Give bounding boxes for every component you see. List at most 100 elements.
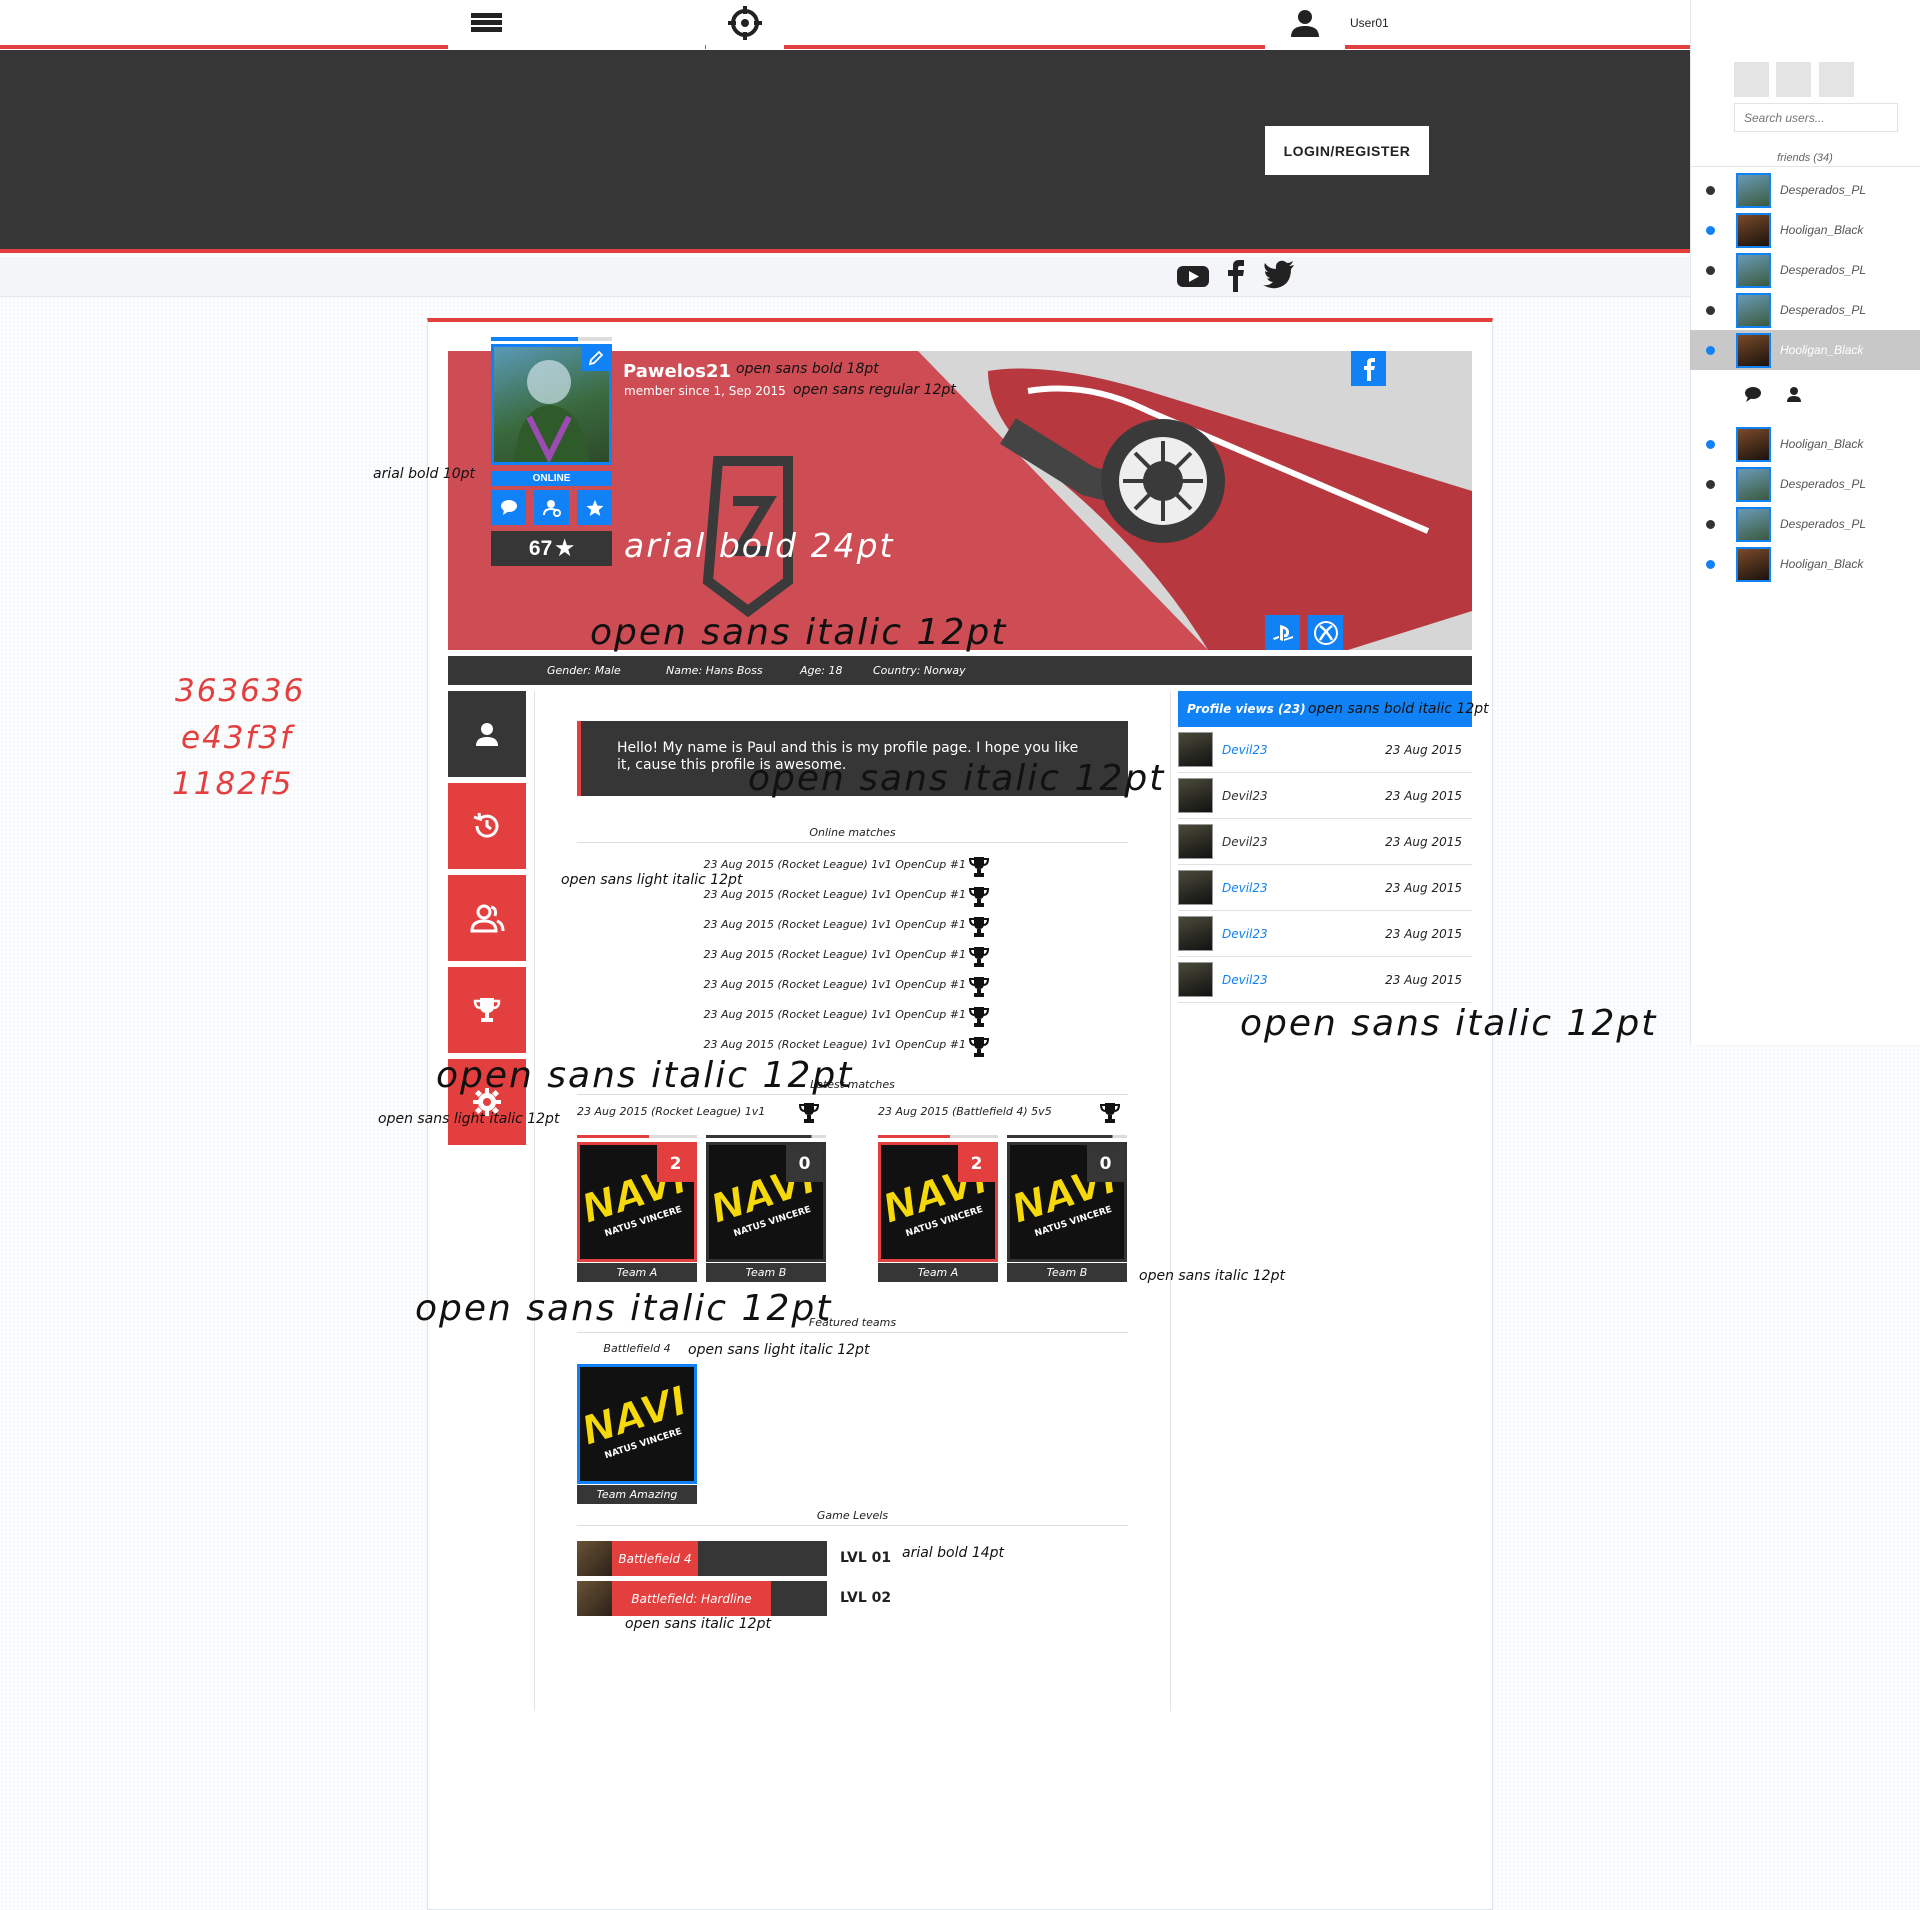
nav-profile-button[interactable] [448, 691, 526, 777]
user-icon [1291, 10, 1319, 37]
friend-row[interactable]: Desperados_PL [1690, 250, 1920, 290]
twitter-icon[interactable] [1262, 259, 1296, 291]
speech-bubble-icon [500, 500, 517, 515]
viewer-avatar [1178, 732, 1213, 767]
viewer-avatar [1178, 916, 1213, 951]
filter-tab[interactable] [1734, 62, 1769, 97]
viewer-name[interactable]: Devil23 [1222, 881, 1268, 895]
online-match-row[interactable]: 23 Aug 2015 (Rocket League) 1v1 OpenCup … [700, 885, 990, 909]
filter-tab[interactable] [1819, 62, 1854, 97]
team-score: 2 [958, 1145, 995, 1182]
trophy-icon [968, 945, 990, 976]
friend-name: Desperados_PL [1780, 303, 1867, 317]
facebook-icon[interactable] [1224, 258, 1248, 292]
add-friend-button[interactable] [534, 490, 569, 525]
viewer-name[interactable]: Devil23 [1222, 973, 1268, 987]
online-match-row[interactable]: 23 Aug 2015 (Rocket League) 1v1 OpenCup … [700, 855, 990, 879]
name-field: Name: Hans Boss [666, 664, 763, 677]
friend-row[interactable]: Hooligan_Black [1690, 210, 1920, 250]
user-button[interactable] [1265, 0, 1345, 50]
friend-row[interactable]: Desperados_PL [1690, 464, 1920, 504]
xbox-icon [1313, 620, 1338, 645]
profile-view-row[interactable]: Devil23 23 Aug 2015 [1178, 957, 1472, 1003]
playstation-link[interactable] [1265, 615, 1300, 650]
youtube-icon[interactable] [1175, 261, 1211, 291]
team-logo: NAVI NATUS VINCERE 0 [705, 1142, 826, 1262]
team-score: 0 [786, 1145, 823, 1182]
status-dot [1706, 225, 1715, 235]
filter-tab[interactable] [1776, 62, 1811, 97]
online-match-row[interactable]: 23 Aug 2015 (Rocket League) 1v1 OpenCup … [700, 915, 990, 939]
profile-view-row[interactable]: Devil23 23 Aug 2015 [1178, 911, 1472, 957]
star-icon: ★ [555, 537, 575, 560]
view-date: 23 Aug 2015 [1385, 834, 1462, 849]
status-dot [1706, 559, 1715, 569]
featured-game-label: Battlefield 4 [603, 1342, 671, 1355]
friend-name: Hooligan_Black [1780, 223, 1864, 237]
friend-row[interactable]: Desperados_PL [1690, 290, 1920, 330]
viewer-name[interactable]: Devil23 [1222, 743, 1268, 757]
online-match-row[interactable]: 23 Aug 2015 (Rocket League) 1v1 OpenCup … [700, 975, 990, 999]
team-name: Team B [1007, 1263, 1127, 1282]
friend-row[interactable]: Desperados_PL [1690, 504, 1920, 544]
nav-history-button[interactable] [448, 783, 526, 869]
age-field: Age: 18 [800, 664, 843, 677]
friend-name: Hooligan_Black [1780, 343, 1864, 357]
viewer-name[interactable]: Devil23 [1222, 835, 1268, 849]
team-card[interactable]: NAVI NATUS VINCERE 0 Team B [705, 1135, 826, 1282]
annotation: open sans italic 12pt [436, 1055, 854, 1096]
annotation: arial bold 10pt [373, 466, 476, 482]
profile-view-row[interactable]: Devil23 23 Aug 2015 [1178, 727, 1472, 773]
star-icon [586, 499, 603, 516]
featured-team-card[interactable]: NAVI NATUS VINCERE Team Amazing [576, 1364, 697, 1504]
viewer-avatar [1178, 962, 1213, 997]
nav-trophies-button[interactable] [448, 967, 526, 1053]
message-icon[interactable] [1744, 386, 1762, 403]
facebook-link[interactable] [1351, 351, 1386, 386]
profile-view-row[interactable]: Devil23 23 Aug 2015 [1178, 865, 1472, 911]
latest-match-title: 23 Aug 2015 (Rocket League) 1v1 [577, 1105, 766, 1118]
login-register-button[interactable]: LOGIN/REGISTER [1265, 126, 1429, 175]
username-label[interactable]: User01 [1350, 16, 1389, 30]
viewer-avatar [1178, 824, 1213, 859]
crosshair-icon [728, 6, 762, 40]
add-friend-icon[interactable] [1786, 386, 1802, 403]
friend-row[interactable]: Desperados_PL [1690, 170, 1920, 210]
game-thumbnail [577, 1541, 612, 1576]
viewer-name[interactable]: Devil23 [1222, 927, 1268, 941]
target-button[interactable] [706, 0, 784, 50]
friend-name: Desperados_PL [1780, 517, 1867, 531]
online-match-row[interactable]: 23 Aug 2015 (Rocket League) 1v1 OpenCup … [700, 945, 990, 969]
profile-info-bar: Gender: Male Name: Hans Boss Age: 18 Cou… [448, 656, 1472, 685]
nav-friends-button[interactable] [448, 875, 526, 961]
match-text: 23 Aug 2015 (Rocket League) 1v1 OpenCup … [703, 1038, 967, 1051]
edit-avatar-button[interactable] [582, 344, 609, 371]
team-card[interactable]: NAVI NATUS VINCERE 2 Team A [877, 1135, 998, 1282]
view-date: 23 Aug 2015 [1385, 972, 1462, 987]
xbox-link[interactable] [1308, 615, 1343, 650]
game-thumbnail [577, 1581, 612, 1616]
friends-count: friends (34) [1690, 152, 1920, 167]
viewer-name[interactable]: Devil23 [1222, 789, 1268, 803]
profile-view-row[interactable]: Devil23 23 Aug 2015 [1178, 819, 1472, 865]
online-match-row[interactable]: 23 Aug 2015 (Rocket League) 1v1 OpenCup … [700, 1005, 990, 1029]
friend-name: Desperados_PL [1780, 263, 1867, 277]
match-text: 23 Aug 2015 (Rocket League) 1v1 OpenCup … [703, 948, 967, 961]
profile-view-row[interactable]: Devil23 23 Aug 2015 [1178, 773, 1472, 819]
color-swatch-label: 363636 [175, 673, 306, 709]
search-users-input[interactable] [1734, 103, 1898, 132]
team-card[interactable]: NAVI NATUS VINCERE 2 Team A [576, 1135, 697, 1282]
game-levels-title: Game Levels [577, 1509, 1128, 1526]
friend-avatar [1736, 292, 1771, 328]
trophy-icon [473, 998, 501, 1022]
favorite-button[interactable] [577, 490, 612, 525]
menu-button[interactable] [448, 0, 525, 50]
trophy-icon [968, 915, 990, 946]
team-card[interactable]: NAVI NATUS VINCERE 0 Team B [1006, 1135, 1127, 1282]
friend-avatar [1736, 546, 1771, 582]
profile-username: Pawelos21 [623, 361, 731, 382]
friend-row[interactable]: Hooligan_Black [1690, 330, 1920, 370]
message-user-button[interactable] [491, 490, 526, 525]
friend-row[interactable]: Hooligan_Black [1690, 544, 1920, 584]
friend-row[interactable]: Hooligan_Black [1690, 424, 1920, 464]
